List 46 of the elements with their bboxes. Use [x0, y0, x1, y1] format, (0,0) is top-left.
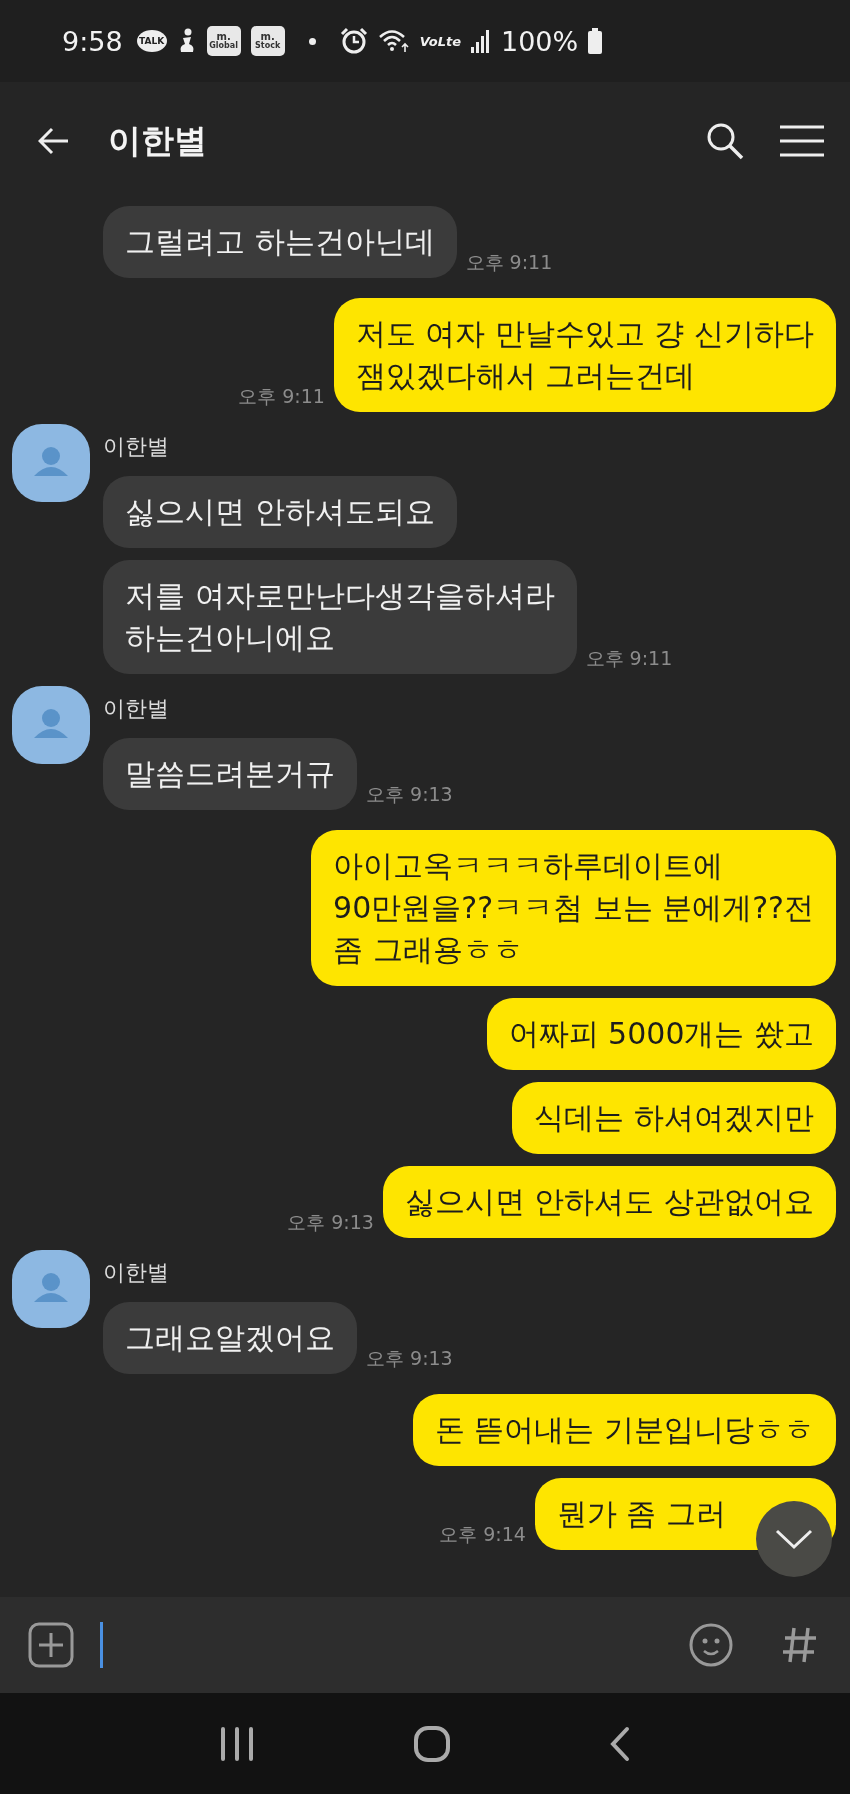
- message-time: 오후 9:13: [366, 782, 453, 807]
- sender-name: 이한별: [103, 433, 170, 461]
- alarm-icon: [339, 27, 368, 55]
- message-time: 오후 9:11: [465, 250, 553, 275]
- sender-name: 이한별: [103, 695, 170, 723]
- plus-icon[interactable]: [28, 1622, 74, 1668]
- back-icon[interactable]: [38, 127, 70, 155]
- hashtag-icon[interactable]: [782, 1625, 818, 1665]
- talk-badge: TALK: [136, 30, 167, 52]
- battery-icon: [588, 28, 603, 54]
- home-icon[interactable]: [413, 1724, 451, 1763]
- message-bubble: 어짜피 5000개는 쐈고: [486, 998, 836, 1070]
- message-bubble: 그래요알겠어요: [103, 1302, 357, 1374]
- avatar-icon: [12, 686, 90, 764]
- avatar-icon: [12, 1250, 90, 1328]
- wifi-icon: [377, 28, 410, 54]
- message-bubble: 식데는 하셔여겠지만: [512, 1082, 836, 1154]
- status-dot: [308, 37, 316, 45]
- battery-level: 100%: [501, 25, 579, 57]
- chat-title: 이한별: [108, 119, 208, 162]
- search-icon[interactable]: [706, 122, 744, 160]
- back-nav-icon[interactable]: [609, 1725, 631, 1762]
- message-bubble: 그럴려고 하는건아닌데: [103, 206, 457, 278]
- volte-label: VoLte: [419, 33, 461, 49]
- avatar-icon: [12, 424, 90, 502]
- emoji-icon[interactable]: [688, 1622, 734, 1668]
- message-bubble: 저도 여자 만날수있고 걍 신기하다 잼있겠다해서 그러는건데: [333, 298, 836, 412]
- message-time: 오후 9:11: [238, 384, 325, 409]
- message-bubble: 말씀드려본거규: [103, 738, 357, 810]
- menu-icon[interactable]: [780, 125, 824, 157]
- chevron-down-icon: [774, 1528, 814, 1550]
- message-bubble: 아이고옥ㅋㅋㅋ하루데이트에 90만원을??ㅋㅋ첨 보는 분에게??전 좀 그래용ㅎㅎ: [311, 830, 836, 986]
- sender-name: 이한별: [103, 1259, 170, 1287]
- status-time: 9:58: [62, 25, 123, 57]
- message-time: 오후 9:13: [366, 1346, 453, 1371]
- app-badge: m. Stock: [250, 26, 285, 56]
- message-time: 오후 9:11: [585, 646, 673, 671]
- signal-icon: [471, 29, 491, 53]
- message-time: 오후 9:13: [287, 1210, 374, 1235]
- message-bubble: 싫으시면 안하셔도 상관없어요: [382, 1166, 836, 1238]
- message-bubble: 싫으시면 안하셔도되요: [103, 476, 457, 548]
- recents-icon[interactable]: [219, 1726, 255, 1761]
- message-bubble: 저를 여자로만난다생각을하셔라 하는건아니에요: [103, 560, 577, 674]
- app-badge: m. Global: [206, 26, 241, 56]
- message-time: 오후 9:14: [439, 1522, 526, 1547]
- message-bubble: 돈 뜯어내는 기분입니당ㅎㅎ: [412, 1394, 836, 1466]
